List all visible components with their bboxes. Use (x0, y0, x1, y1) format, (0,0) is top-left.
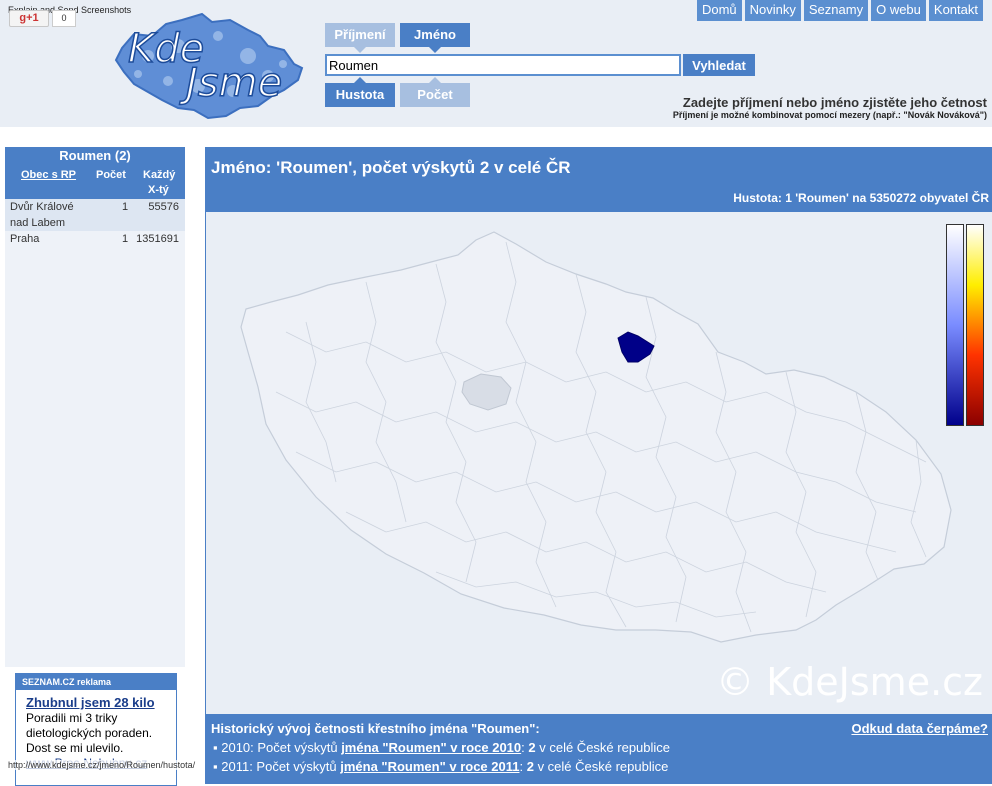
tab-prijmeni[interactable]: Příjmení (325, 23, 395, 53)
density-info: Hustota: 1 'Roumen' na 5350272 obyvatel … (733, 191, 989, 205)
cell-pocet: 1 (122, 233, 129, 245)
tab-hustota[interactable]: Hustota (325, 77, 395, 107)
search-hint-small: Příjmení je možné kombinovat pomocí meze… (672, 110, 987, 120)
ad-body: Poradili mi 3 triky dietologických porad… (26, 711, 153, 755)
tab-hustota-label: Hustota (335, 87, 385, 102)
nav-novinky[interactable]: Novinky (744, 0, 801, 21)
seznam-logo: SEZNAM.CZ (22, 677, 75, 687)
results-sidebar: Roumen (2) Obec s RP Počet Každý X-tý Dv… (5, 147, 185, 667)
col-xty: X-tý (148, 184, 169, 196)
tab-notch (354, 77, 366, 83)
history-item-2011: ▪ 2011: Počet výskytů jména "Roumen" v r… (213, 759, 669, 774)
col-pocet: Počet (96, 169, 126, 181)
tab-jmeno[interactable]: Jméno (400, 23, 470, 53)
legend-blue-scale (946, 224, 964, 426)
nav-seznamy[interactable]: Seznamy (803, 0, 869, 21)
tab-notch (429, 77, 441, 83)
logo-text-jsme: Jsme (179, 60, 282, 106)
tab-pocet[interactable]: Počet (400, 77, 470, 107)
ad-label: reklama (77, 677, 112, 687)
cell-obec-line2: nad Labem (10, 217, 66, 229)
sidebar-table-header: Obec s RP Počet Každý X-tý (5, 165, 185, 199)
table-row[interactable]: Dvůr Králové nad Labem 1 55576 (5, 199, 185, 231)
google-plus-button[interactable]: g+1 (9, 10, 49, 27)
bullet: ▪ (213, 740, 222, 755)
search-button[interactable]: Vyhledat (683, 54, 755, 76)
search-input[interactable] (325, 54, 681, 76)
watermark: © KdeJsme.cz (716, 660, 983, 704)
nav-o-webu[interactable]: O webu (871, 0, 926, 21)
legend-heat-scale (966, 224, 984, 426)
nav-kontakt[interactable]: Kontakt (928, 0, 983, 21)
history-link-2011[interactable]: jména "Roumen" v roce 2011 (340, 759, 519, 774)
history-suffix: v celé České republice (533, 759, 669, 774)
history-title: Historický vývoj četnosti křestního jmén… (211, 721, 540, 736)
data-source-link[interactable]: Odkud data čerpáme? (851, 721, 988, 736)
top-navigation: Domů Novinky Seznamy O webu Kontakt (696, 0, 983, 21)
google-plus-count: 0 (52, 10, 76, 27)
cell-kazdy: 55576 (148, 201, 179, 213)
tab-prijmeni-label: Příjmení (334, 27, 386, 42)
tab-pocet-label: Počet (417, 87, 453, 102)
cell-obec: Praha (10, 233, 40, 245)
kdejsme-logo[interactable]: Kde Jsme (108, 6, 304, 122)
country-outline (240, 231, 952, 643)
nav-domu[interactable]: Domů (696, 0, 742, 21)
col-kazdy: Každý (143, 169, 176, 181)
sidebar-title: Roumen (2) (5, 147, 185, 165)
main-header: Jméno: 'Roumen', počet výskytů 2 v celé … (205, 147, 992, 212)
history-count: 2 (528, 740, 536, 755)
page-title: Jméno: 'Roumen', počet výskytů 2 v celé … (211, 158, 571, 177)
history-prefix: 2011: Počet výskytů (221, 759, 341, 774)
table-row[interactable]: Praha 1 1351691 (5, 231, 185, 247)
bullet: ▪ (213, 759, 222, 774)
cell-pocet: 1 (122, 201, 129, 213)
map-panel: © KdeJsme.cz (205, 212, 992, 714)
history-suffix: v celé České republice (535, 740, 671, 755)
search-hint: Zadejte příjmení nebo jméno zjistěte jeh… (682, 95, 987, 110)
czech-map[interactable] (206, 212, 992, 714)
tab-jmeno-label: Jméno (414, 27, 456, 42)
history-count: 2 (526, 759, 534, 774)
site-header: Explain and Send Screenshots g+1 0 Kde J… (0, 0, 992, 127)
cell-kazdy: 1351691 (136, 233, 179, 245)
cell-obec: Dvůr Králové (10, 201, 74, 213)
history-item-2010: ▪ 2010: Počet výskytů jména "Roumen" v r… (213, 740, 671, 755)
status-bar-url: http://www.kdejsme.cz/jmeno/Roumen/husto… (8, 760, 196, 770)
tab-notch (354, 47, 366, 53)
history-link-2010[interactable]: jména "Roumen" v roce 2010 (341, 740, 521, 755)
tab-notch (429, 47, 441, 53)
ad-header: SEZNAM.CZ reklama (16, 674, 176, 690)
history-section: Historický vývoj četnosti křestního jmén… (205, 714, 992, 784)
ad-title[interactable]: Zhubnul jsem 28 kilo (26, 695, 155, 710)
history-prefix: 2010: Počet výskytů (221, 740, 342, 755)
col-obec[interactable]: Obec s RP (21, 168, 76, 183)
